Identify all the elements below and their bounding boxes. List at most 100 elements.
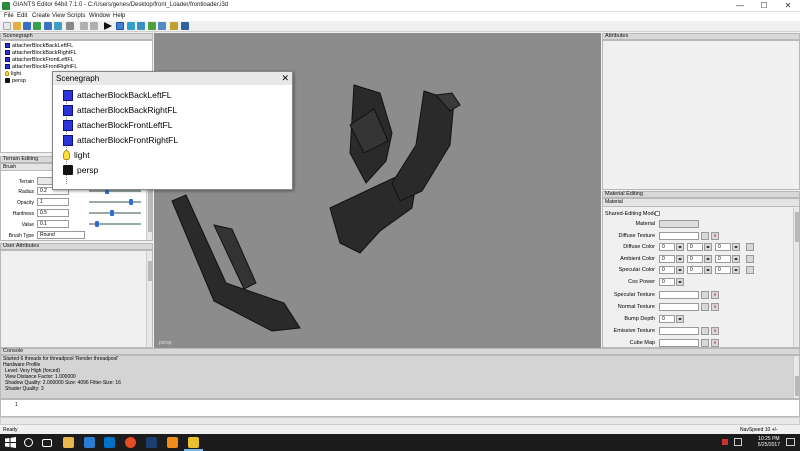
- specular-texture-field[interactable]: [659, 291, 699, 299]
- tree-item-backright[interactable]: attacherBlockBackRightFL: [5, 49, 77, 56]
- spin-icon[interactable]: ◂▸: [704, 266, 712, 274]
- horizontal-scrollbar[interactable]: [0, 417, 800, 425]
- menu-help[interactable]: Help: [113, 13, 125, 19]
- material-field[interactable]: [659, 220, 699, 228]
- sg-item-frontright[interactable]: attacherBlockFrontRightFL: [63, 133, 178, 147]
- tree-item-light[interactable]: light: [5, 70, 21, 77]
- cut-icon[interactable]: [90, 22, 98, 30]
- giants-editor-icon[interactable]: [188, 437, 199, 448]
- sg-item-frontleft[interactable]: attacherBlockFrontLeftFL: [63, 118, 172, 132]
- scroll-thumb[interactable]: [795, 212, 799, 242]
- spin-icon[interactable]: ◂▸: [704, 243, 712, 251]
- tree-item-frontright[interactable]: attacherBlockFrontRightFL: [5, 63, 77, 70]
- color-picker-icon[interactable]: [746, 243, 754, 251]
- specular-r[interactable]: 0: [659, 266, 675, 274]
- color-picker-icon[interactable]: [746, 255, 754, 263]
- hardness-field[interactable]: 0.5: [37, 209, 69, 217]
- save-icon[interactable]: [23, 22, 31, 30]
- slider-knob[interactable]: [94, 221, 99, 227]
- scene-icon[interactable]: [181, 22, 189, 30]
- material-tab[interactable]: Material: [603, 199, 799, 207]
- spin-icon[interactable]: ◂▸: [676, 243, 684, 251]
- user-attributes-scrollbar[interactable]: [146, 251, 152, 347]
- spin-icon[interactable]: ◂▸: [732, 243, 740, 251]
- redo-icon[interactable]: [80, 22, 88, 30]
- maximize-button[interactable]: ☐: [752, 0, 776, 12]
- network-icon[interactable]: [734, 438, 742, 446]
- steam-icon[interactable]: [146, 437, 157, 448]
- menu-view[interactable]: View: [52, 13, 65, 19]
- undo-icon[interactable]: [66, 22, 74, 30]
- browse-icon[interactable]: [701, 339, 709, 347]
- normal-texture-field[interactable]: [659, 303, 699, 311]
- task-view-icon[interactable]: [42, 439, 52, 447]
- open-folder-icon[interactable]: [13, 22, 21, 30]
- chrome-icon[interactable]: [125, 437, 136, 448]
- system-clock[interactable]: 10:25 PM 5/25/2017: [758, 436, 780, 448]
- clear-icon[interactable]: ✕: [711, 327, 719, 335]
- outlook-icon[interactable]: [104, 437, 115, 448]
- spin-icon[interactable]: ◂▸: [676, 315, 684, 323]
- clear-icon[interactable]: ✕: [711, 232, 719, 240]
- clear-icon[interactable]: ✕: [711, 303, 719, 311]
- diffuse-r[interactable]: 0: [659, 243, 675, 251]
- scroll-thumb[interactable]: [148, 261, 152, 281]
- radius-slider[interactable]: [89, 190, 141, 192]
- scroll-thumb[interactable]: [795, 376, 799, 396]
- new-file-icon[interactable]: [3, 22, 11, 30]
- spin-icon[interactable]: ◂▸: [732, 255, 740, 263]
- ambient-b[interactable]: 0: [715, 255, 731, 263]
- spin-icon[interactable]: ◂▸: [704, 255, 712, 263]
- diffuse-b[interactable]: 0: [715, 243, 731, 251]
- browse-icon[interactable]: [701, 327, 709, 335]
- spin-icon[interactable]: ◂▸: [676, 266, 684, 274]
- search-icon[interactable]: [24, 438, 33, 447]
- clear-icon[interactable]: ✕: [711, 291, 719, 299]
- close-button[interactable]: ✕: [776, 0, 800, 12]
- ambient-g[interactable]: 0: [687, 255, 703, 263]
- brush-type-select[interactable]: Round: [37, 231, 85, 239]
- rotate-icon[interactable]: [137, 22, 145, 30]
- light-tool-icon[interactable]: [170, 22, 178, 30]
- console-scrollbar[interactable]: [793, 356, 799, 398]
- script-input[interactable]: 1: [0, 399, 800, 417]
- specular-g[interactable]: 0: [687, 266, 703, 274]
- cos-power-field[interactable]: 0: [659, 278, 675, 286]
- sg-item-persp[interactable]: persp: [63, 163, 98, 177]
- blender-icon[interactable]: [167, 437, 178, 448]
- specular-b[interactable]: 0: [715, 266, 731, 274]
- paint-icon[interactable]: [158, 22, 166, 30]
- value-field[interactable]: 0.1: [37, 220, 69, 228]
- color-picker-icon[interactable]: [746, 266, 754, 274]
- ambient-r[interactable]: 0: [659, 255, 675, 263]
- menu-window[interactable]: Window: [89, 13, 110, 19]
- menu-create[interactable]: Create: [32, 13, 50, 19]
- minimize-button[interactable]: —: [728, 0, 752, 12]
- sg-item-backright[interactable]: attacherBlockBackRightFL: [63, 103, 177, 117]
- material-scrollbar[interactable]: [793, 208, 799, 347]
- bump-depth-field[interactable]: 0: [659, 315, 675, 323]
- opacity-field[interactable]: 1: [37, 198, 69, 206]
- scenegraph-window-title[interactable]: Scenegraph: [53, 72, 292, 85]
- slider-knob[interactable]: [110, 210, 115, 216]
- refresh-icon[interactable]: [33, 22, 41, 30]
- menu-file[interactable]: File: [4, 13, 14, 19]
- notification-icon[interactable]: [722, 439, 728, 445]
- tree-item-frontleft[interactable]: attacherBlockFrontLeftFL: [5, 56, 74, 63]
- spin-icon[interactable]: ◂▸: [676, 255, 684, 263]
- spin-icon[interactable]: ◂▸: [676, 278, 684, 286]
- windows-start-icon[interactable]: [5, 437, 16, 448]
- play-icon[interactable]: [104, 22, 112, 30]
- select-icon[interactable]: [116, 22, 124, 30]
- diffuse-texture-field[interactable]: [659, 232, 699, 240]
- sg-item-backleft[interactable]: attacherBlockBackLeftFL: [63, 88, 172, 102]
- sg-item-light[interactable]: light: [63, 148, 90, 162]
- spin-icon[interactable]: ◂▸: [732, 266, 740, 274]
- scenegraph-close-button[interactable]: ✕: [281, 72, 289, 85]
- tree-item-persp[interactable]: persp: [5, 77, 26, 84]
- menu-scripts[interactable]: Scripts: [67, 13, 85, 19]
- shared-editing-checkbox[interactable]: [655, 211, 660, 216]
- emissive-texture-field[interactable]: [659, 327, 699, 335]
- slider-knob[interactable]: [128, 199, 133, 205]
- terrain-icon[interactable]: [148, 22, 156, 30]
